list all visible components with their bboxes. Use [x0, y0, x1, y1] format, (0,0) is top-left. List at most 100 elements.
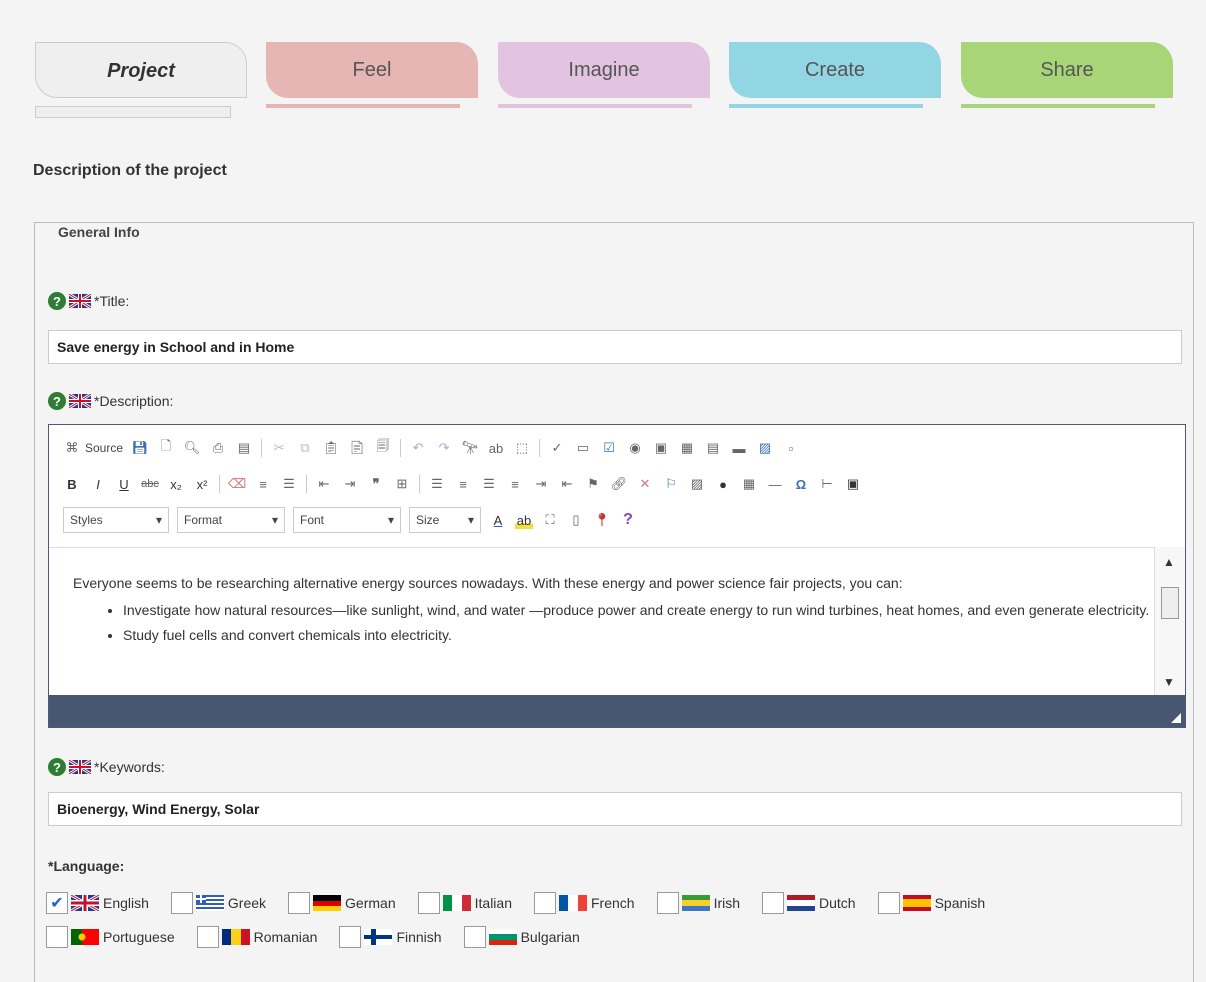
- superscript-icon[interactable]: x²: [193, 475, 211, 493]
- language-option-irish[interactable]: Irish: [656, 892, 740, 914]
- link-icon[interactable]: 🔗︎: [610, 475, 628, 493]
- find-icon[interactable]: 🔭︎: [461, 439, 479, 457]
- scroll-thumb[interactable]: [1161, 587, 1179, 619]
- flash-icon[interactable]: ●: [714, 475, 732, 493]
- div-container-icon[interactable]: ⊞: [393, 475, 411, 493]
- language-option-bulgarian[interactable]: Bulgarian: [463, 926, 580, 948]
- bulleted-list-icon[interactable]: ☰: [280, 475, 298, 493]
- checkbox-german[interactable]: [288, 892, 311, 914]
- anchor-icon[interactable]: ⚐: [662, 475, 680, 493]
- paste-text-icon[interactable]: 📄︎: [348, 439, 366, 457]
- language-option-german[interactable]: German: [288, 892, 396, 914]
- checkbox-irish[interactable]: [656, 892, 679, 914]
- language-option-spanish[interactable]: Spanish: [877, 892, 985, 914]
- italic-icon[interactable]: I: [89, 475, 107, 493]
- strikethrough-icon[interactable]: abc: [141, 475, 159, 493]
- bold-icon[interactable]: B: [63, 475, 81, 493]
- checkbox-finnish[interactable]: [339, 926, 362, 948]
- checkbox-spanish[interactable]: [877, 892, 900, 914]
- checkbox-dutch[interactable]: [762, 892, 785, 914]
- show-blocks-icon[interactable]: ▯: [567, 511, 585, 529]
- size-dropdown[interactable]: Size ▾: [409, 507, 481, 533]
- rtl-icon[interactable]: ⇤: [558, 475, 576, 493]
- language-option-finnish[interactable]: Finnish: [339, 926, 442, 948]
- help-icon[interactable]: ?: [48, 392, 66, 410]
- checkbox-english[interactable]: ✔: [46, 892, 68, 914]
- align-center-icon[interactable]: ≡: [454, 475, 472, 493]
- save-icon[interactable]: 💾︎: [131, 439, 149, 457]
- new-page-icon[interactable]: 🗋: [157, 438, 175, 457]
- maximize-icon[interactable]: ⛶: [541, 511, 559, 529]
- iframe-icon[interactable]: ▣: [844, 475, 862, 493]
- resize-handle-icon[interactable]: [1171, 713, 1181, 723]
- redo-icon[interactable]: ↷: [435, 439, 453, 457]
- language-icon[interactable]: ⚑: [584, 475, 602, 493]
- select-all-icon[interactable]: ⬚: [513, 439, 531, 457]
- tab-share[interactable]: Share: [961, 42, 1173, 98]
- image-button-icon[interactable]: ▨: [756, 439, 774, 457]
- text-color-icon[interactable]: A: [489, 511, 507, 529]
- checkbox-portuguese[interactable]: [46, 926, 68, 948]
- paste-icon[interactable]: 📋︎: [322, 439, 340, 457]
- spellcheck-icon[interactable]: ✓: [548, 439, 566, 457]
- textarea-icon[interactable]: ▦: [678, 439, 696, 457]
- button-field-icon[interactable]: ▬: [730, 439, 748, 457]
- format-dropdown[interactable]: Format ▾: [177, 507, 285, 533]
- page-break-icon[interactable]: ⊢: [818, 475, 836, 493]
- language-option-french[interactable]: French: [533, 892, 635, 914]
- language-option-greek[interactable]: Greek: [170, 892, 266, 914]
- textfield-icon[interactable]: ▣: [652, 439, 670, 457]
- tab-imagine[interactable]: Imagine: [498, 42, 710, 98]
- print-icon[interactable]: ⎙: [209, 439, 227, 457]
- unlink-icon[interactable]: ✕: [636, 475, 654, 493]
- hidden-field-icon[interactable]: ▫: [782, 439, 800, 457]
- checkbox-romanian[interactable]: [196, 926, 219, 948]
- scroll-down-icon[interactable]: ▼: [1163, 675, 1175, 689]
- checkbox-greek[interactable]: [170, 892, 193, 914]
- table-icon[interactable]: ▦: [740, 475, 758, 493]
- select-field-icon[interactable]: ▤: [704, 439, 722, 457]
- title-input[interactable]: [48, 330, 1182, 364]
- image-icon[interactable]: ▨: [688, 475, 706, 493]
- underline-icon[interactable]: U: [115, 475, 133, 493]
- tab-feel[interactable]: Feel: [266, 42, 478, 98]
- subscript-icon[interactable]: x₂: [167, 475, 185, 493]
- indent-icon[interactable]: ⇥: [341, 475, 359, 493]
- language-option-dutch[interactable]: Dutch: [762, 892, 856, 914]
- horizontal-line-icon[interactable]: ―: [766, 475, 784, 493]
- paste-word-icon[interactable]: 🗐: [374, 438, 392, 457]
- undo-icon[interactable]: ↶: [409, 439, 427, 457]
- language-option-italian[interactable]: Italian: [417, 892, 512, 914]
- source-icon[interactable]: ⌘: [63, 439, 81, 457]
- blockquote-icon[interactable]: ❞: [367, 475, 385, 493]
- help-question-icon[interactable]: ?: [619, 511, 637, 529]
- editor-content[interactable]: Everyone seems to be researching alterna…: [49, 547, 1155, 697]
- keywords-input[interactable]: [48, 792, 1182, 826]
- tab-create[interactable]: Create: [729, 42, 941, 98]
- special-char-icon[interactable]: Ω: [792, 475, 810, 493]
- numbered-list-icon[interactable]: ≡: [254, 475, 272, 493]
- checkbox-icon[interactable]: ☑: [600, 439, 618, 457]
- language-option-portuguese[interactable]: Portuguese: [46, 926, 175, 948]
- copy-icon[interactable]: ⧉: [296, 439, 314, 457]
- editor-scrollbar[interactable]: ▲ ▼: [1154, 547, 1185, 697]
- preview-icon[interactable]: 🔍︎: [183, 439, 201, 457]
- form-icon[interactable]: ▭: [574, 439, 592, 457]
- align-justify-icon[interactable]: ≡: [506, 475, 524, 493]
- help-icon[interactable]: ?: [48, 292, 66, 310]
- language-option-romanian[interactable]: Romanian: [196, 926, 317, 948]
- radio-icon[interactable]: ◉: [626, 439, 644, 457]
- help-icon[interactable]: ?: [48, 758, 66, 776]
- checkbox-bulgarian[interactable]: [463, 926, 486, 948]
- align-left-icon[interactable]: ☰: [428, 475, 446, 493]
- source-button[interactable]: Source: [85, 441, 123, 455]
- tab-project[interactable]: Project: [35, 42, 247, 98]
- replace-icon[interactable]: ab: [487, 439, 505, 457]
- styles-dropdown[interactable]: Styles ▾: [63, 507, 169, 533]
- checkbox-italian[interactable]: [417, 892, 440, 914]
- remove-format-icon[interactable]: ⌫: [228, 475, 246, 493]
- outdent-icon[interactable]: ⇤: [315, 475, 333, 493]
- checkbox-french[interactable]: [533, 892, 556, 914]
- templates-icon[interactable]: ▤: [235, 439, 253, 457]
- background-color-icon[interactable]: ab: [515, 511, 533, 529]
